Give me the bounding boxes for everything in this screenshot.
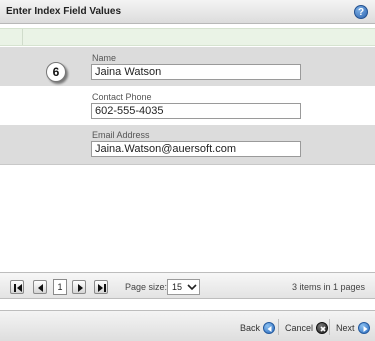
next-page-icon (78, 284, 83, 292)
dialog-title-bar: Enter Index Field Values ? (0, 0, 375, 24)
last-page-button[interactable] (94, 280, 108, 294)
next-button[interactable]: Next (336, 320, 370, 334)
grid-header (0, 28, 375, 46)
row-divider (0, 164, 375, 165)
back-button[interactable]: Back (240, 320, 276, 334)
footer-divider (278, 319, 279, 335)
chevron-down-icon (187, 284, 197, 291)
next-page-button[interactable] (72, 280, 86, 294)
page-size-select[interactable]: 15 (167, 279, 200, 295)
last-page-icon (98, 284, 106, 292)
contact-phone-label: Contact Phone (92, 92, 152, 102)
dialog-title: Enter Index Field Values (6, 6, 122, 17)
back-arrow-icon (263, 321, 276, 334)
pager-bar: 1 Page size: 15 3 items in 1 pages (0, 272, 375, 299)
field-row-email-address: Email Address (0, 125, 375, 164)
first-page-icon (14, 284, 22, 292)
contact-phone-input[interactable] (91, 103, 301, 119)
next-arrow-icon (357, 321, 370, 334)
grid-header-divider (22, 29, 23, 45)
page-size-value: 15 (172, 282, 183, 292)
name-input[interactable] (91, 64, 301, 80)
field-row-contact-phone: Contact Phone (0, 86, 375, 125)
items-count-text: 3 items in 1 pages (291, 282, 365, 292)
current-page-input[interactable]: 1 (53, 279, 67, 295)
cancel-button[interactable]: Cancel (285, 320, 329, 334)
previous-page-icon (38, 284, 43, 292)
email-address-label: Email Address (92, 130, 150, 140)
previous-page-button[interactable] (33, 280, 47, 294)
first-page-button[interactable] (10, 280, 24, 294)
footer-divider (329, 319, 330, 335)
back-label: Back (240, 322, 261, 333)
name-label: Name (92, 53, 117, 63)
help-icon[interactable]: ? (354, 5, 368, 19)
next-label: Next (336, 322, 355, 333)
email-address-input[interactable] (91, 141, 301, 157)
cancel-label: Cancel (285, 322, 314, 333)
cancel-x-icon (316, 321, 329, 334)
page-size-label: Page size: (125, 282, 168, 292)
step-number-badge: 6 (46, 62, 66, 82)
dialog-footer: Back Cancel Next (0, 310, 375, 341)
